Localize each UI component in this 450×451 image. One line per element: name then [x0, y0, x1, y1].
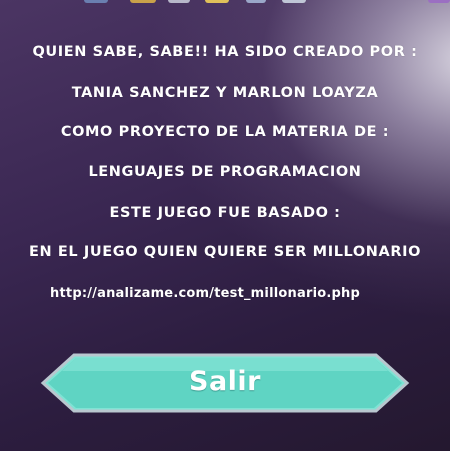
exit-button[interactable]: Salir	[40, 352, 410, 414]
top-decoration-mark	[130, 0, 156, 3]
top-decoration-mark	[428, 0, 450, 3]
exit-button-label: Salir	[189, 366, 261, 397]
credits-line-course-intro: COMO PROYECTO DE LA MATERIA DE :	[60, 124, 390, 140]
credits-source-url: http://analizame.com/test_millonario.php	[50, 286, 360, 301]
top-decoration-strip	[0, 0, 450, 4]
credits-line-created-by: QUIEN SABE, SABE!! HA SIDO CREADO POR :	[32, 44, 418, 60]
credits-line-course-name: LENGUAJES DE PROGRAMACION	[88, 164, 362, 180]
credits-line-original-game: EN EL JUEGO QUIEN QUIERE SER MILLONARIO	[28, 244, 422, 260]
top-decoration-mark	[246, 0, 266, 3]
top-decoration-mark	[205, 0, 229, 3]
top-decoration-mark	[168, 0, 190, 3]
top-decoration-mark	[282, 0, 306, 3]
top-decoration-mark	[84, 0, 108, 3]
credits-line-authors: TANIA SANCHEZ Y MARLON LOAYZA	[71, 85, 379, 101]
credits-line-based-on: ESTE JUEGO FUE BASADO :	[109, 205, 341, 221]
